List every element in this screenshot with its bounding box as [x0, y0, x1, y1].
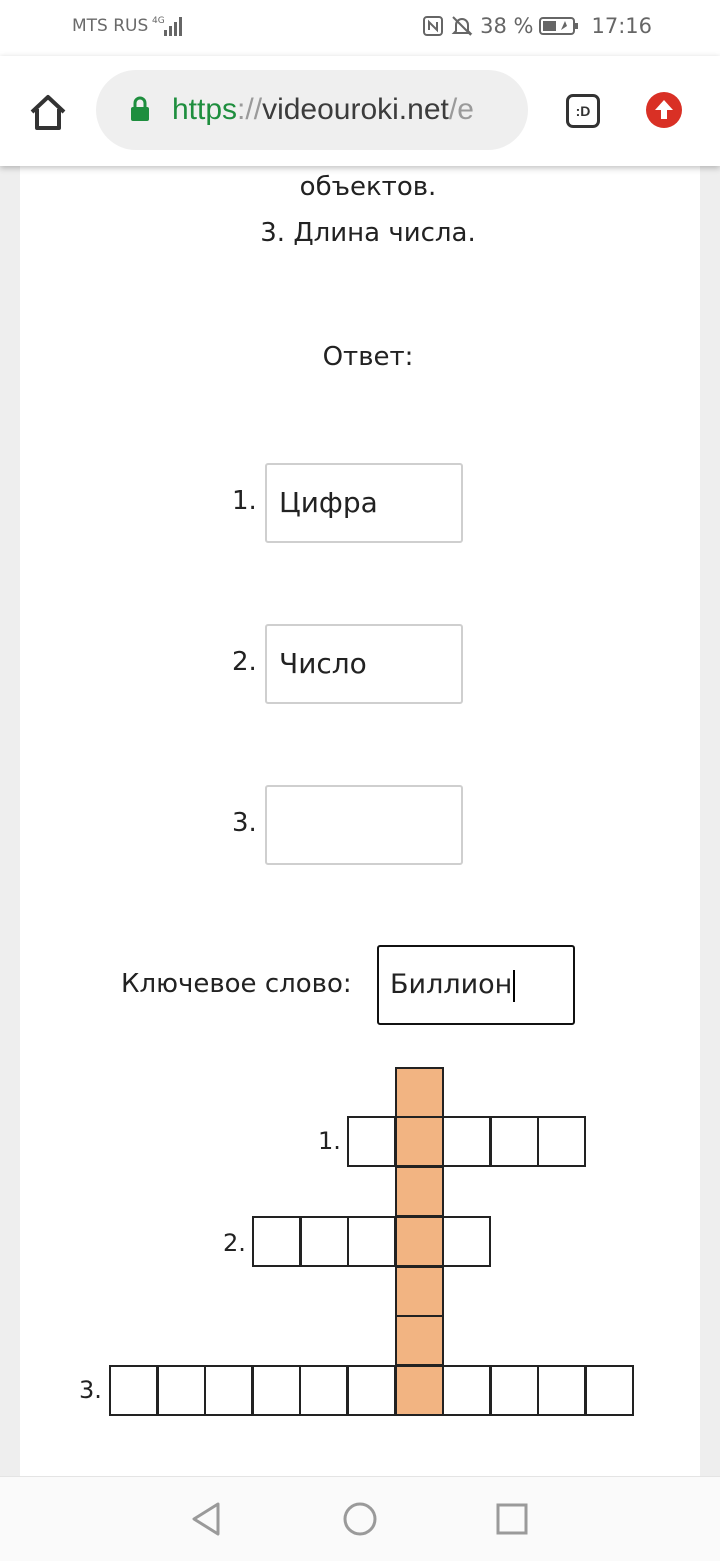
crossword-cell-row-3	[109, 1365, 158, 1416]
crossword-cell-row-1	[490, 1116, 539, 1167]
crossword-key-cell	[395, 1315, 444, 1366]
home-icon[interactable]	[26, 90, 70, 134]
carrier-name: MTS RUS	[72, 16, 149, 36]
crossword-key-cell	[395, 1166, 444, 1217]
back-icon[interactable]	[190, 1501, 222, 1537]
crossword-cell-row-3	[299, 1365, 348, 1416]
browser-toolbar: https://videouroki.net/e :D	[0, 56, 720, 166]
crossword-cell-row-1	[442, 1116, 491, 1167]
home-circle-icon[interactable]	[342, 1501, 378, 1537]
crossword-key-cell	[395, 1067, 444, 1118]
nfc-icon	[423, 16, 444, 36]
lock-icon	[131, 96, 149, 121]
url-path: /e	[448, 93, 474, 126]
crossword-cell-row-3	[204, 1365, 253, 1416]
address-bar[interactable]: https://videouroki.net/e	[96, 70, 528, 150]
keyword-input[interactable]: Биллион	[377, 945, 575, 1025]
answer-2-number: 2.	[232, 647, 257, 677]
crossword-key-cell	[395, 1266, 444, 1317]
bell-muted-icon	[451, 16, 473, 36]
previous-question-text: объектов.	[299, 172, 437, 202]
network-type: 4G	[152, 16, 165, 26]
crossword-row-1-number: 1.	[318, 1127, 341, 1155]
clock: 17:16	[591, 14, 652, 38]
crossword-cell-row-3	[537, 1365, 586, 1416]
navigation-bar	[0, 1476, 720, 1561]
status-bar: MTS RUS 4G 38 % 17:16	[0, 0, 720, 56]
status-right: 38 % 17:16	[422, 14, 652, 38]
crossword-cell-row-1	[347, 1116, 396, 1167]
crossword-cell-row-3	[490, 1365, 539, 1416]
url-text[interactable]: https://videouroki.net/e	[172, 90, 512, 130]
crossword-cell-row-2	[300, 1216, 349, 1267]
crossword-cell-row-3	[347, 1365, 396, 1416]
url-separator: ://	[237, 93, 263, 126]
update-icon[interactable]	[646, 92, 682, 128]
tabs-icon[interactable]: :D	[566, 94, 600, 128]
crossword-row-2-number: 2.	[223, 1229, 246, 1257]
url-host: videouroki.net	[262, 93, 449, 126]
crossword-cell-row-3	[585, 1365, 634, 1416]
crossword-cell-row-2	[442, 1216, 491, 1267]
answer-3-number: 3.	[232, 808, 257, 838]
answer-3-input[interactable]	[265, 785, 463, 865]
text-caret	[513, 969, 516, 1002]
crossword-cell-row-1	[537, 1116, 586, 1167]
recents-icon[interactable]	[496, 1503, 528, 1535]
crossword-row-3-number: 3.	[79, 1376, 102, 1404]
crossword-cell-row-3	[395, 1365, 444, 1416]
crossword-cell-row-2	[395, 1216, 444, 1267]
question-3-text: 3. Длина числа.	[260, 218, 476, 248]
answer-1-number: 1.	[232, 486, 257, 516]
keyword-label: Ключевое слово:	[121, 969, 352, 999]
signal-icon: 4G	[152, 16, 182, 36]
answer-heading: Ответ:	[322, 342, 414, 372]
crossword-cell-row-2	[347, 1216, 396, 1267]
crossword-cell-row-1	[395, 1116, 444, 1167]
crossword-cell-row-3	[252, 1365, 301, 1416]
crossword-cell-row-3	[442, 1365, 491, 1416]
keyword-value: Биллион	[390, 969, 513, 1000]
battery-icon	[539, 17, 579, 35]
answer-1-input[interactable]: Цифра	[265, 463, 463, 543]
url-scheme: https	[172, 93, 238, 126]
battery-percent: 38 %	[480, 14, 534, 38]
crossword-cell-row-3	[157, 1365, 206, 1416]
crossword-cell-row-2	[252, 1216, 301, 1267]
answer-2-input[interactable]: Число	[265, 624, 463, 704]
